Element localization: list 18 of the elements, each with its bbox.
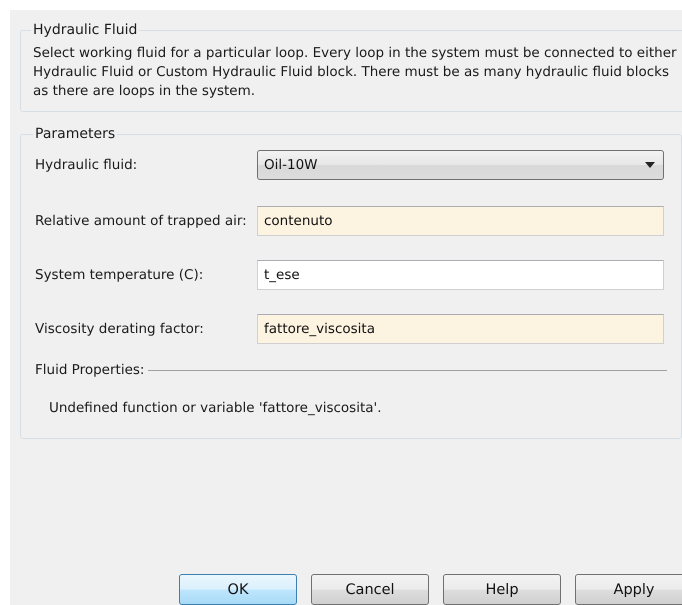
dropdown[interactable]: Oil-10W: [257, 150, 664, 180]
input-field[interactable]: fattore_viscosita: [257, 314, 664, 344]
group-title: Parameters: [34, 126, 116, 142]
input-field[interactable]: t_ese: [257, 260, 664, 290]
field-label: Viscosity derating factor:: [35, 320, 205, 338]
dialog-button[interactable]: OK: [179, 574, 297, 605]
group-title: Hydraulic Fluid: [32, 22, 138, 38]
description-text: Select working fluid for a particular loop. Every loop in the system must be connected to either Hydraulic Fluid or Custom Hydraulic Fluid block. There must be as many hydraulic fluid blocks as there are loops in the system.: [33, 44, 678, 101]
caret-icon: [645, 162, 655, 168]
field-label: Relative amount of trapped air:: [35, 212, 248, 230]
input-field[interactable]: contenuto: [257, 206, 664, 236]
section-title: Fluid Properties:: [35, 362, 144, 378]
error-message: Undefined function or variable 'fattore_viscosita'.: [49, 400, 383, 416]
field-label: System temperature (C):: [35, 266, 204, 284]
dialog-button[interactable]: Help: [443, 574, 561, 605]
dialog-button[interactable]: Cancel: [311, 574, 429, 605]
dialog-button[interactable]: Apply: [575, 574, 682, 605]
field-label: Hydraulic fluid:: [35, 156, 138, 174]
